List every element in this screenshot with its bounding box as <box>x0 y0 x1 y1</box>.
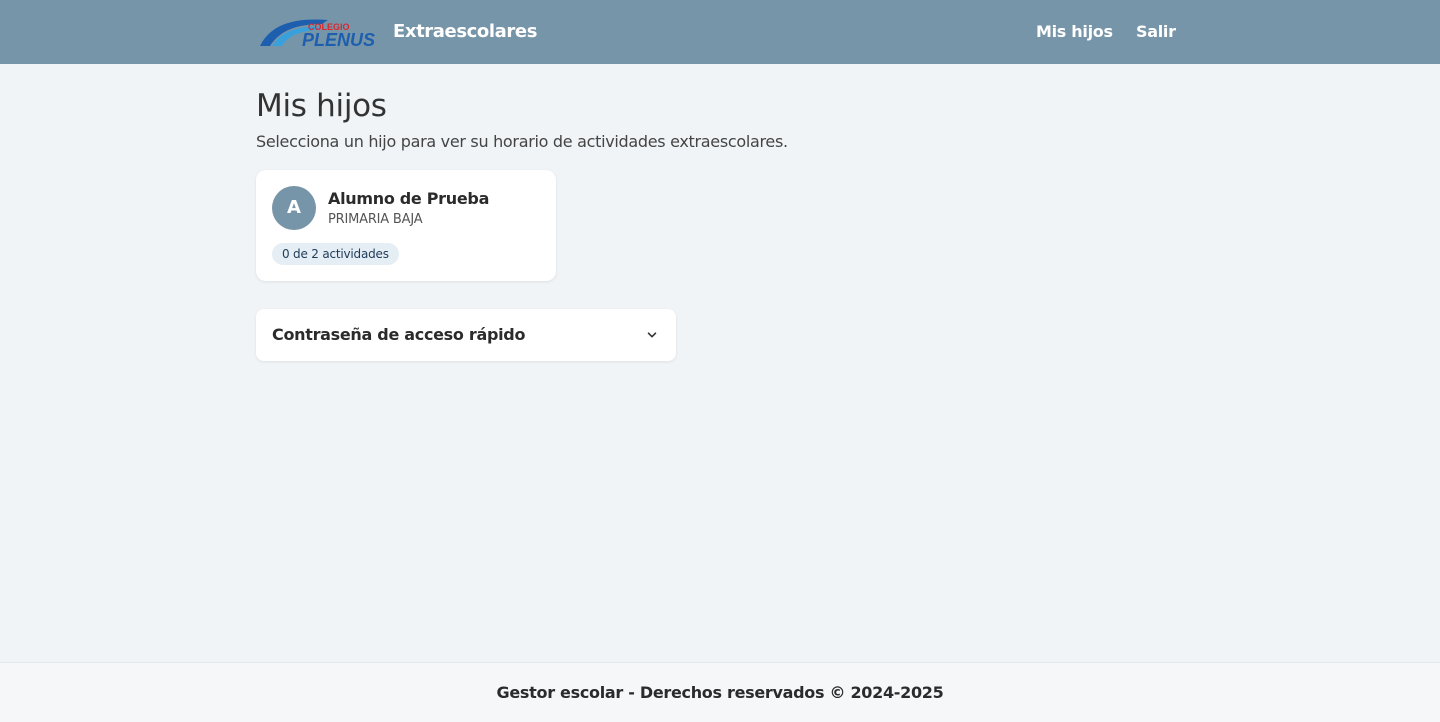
page-title: Mis hijos <box>256 88 387 124</box>
child-card[interactable]: A Alumno de Prueba PRIMARIA BAJA 0 de 2 … <box>256 170 556 281</box>
navbar: COLEGIO PLENUS Extraescolares Mis hijos … <box>0 0 1440 64</box>
child-name: Alumno de Prueba <box>328 189 490 208</box>
footer-text: Gestor escolar - Derechos reservados © 2… <box>496 683 944 702</box>
avatar: A <box>272 186 316 230</box>
child-grade: PRIMARIA BAJA <box>328 212 423 227</box>
accordion-title: Contraseña de acceso rápido <box>272 325 526 344</box>
school-logo[interactable]: COLEGIO PLENUS <box>258 16 380 48</box>
page-subtitle: Selecciona un hijo para ver su horario d… <box>256 132 788 151</box>
brand-link[interactable]: Extraescolares <box>393 20 537 44</box>
activities-badge: 0 de 2 actividades <box>272 243 399 265</box>
quick-access-password-accordion[interactable]: Contraseña de acceso rápido <box>256 309 676 361</box>
chevron-down-icon <box>647 332 657 338</box>
footer: Gestor escolar - Derechos reservados © 2… <box>0 662 1440 722</box>
svg-text:PLENUS: PLENUS <box>302 30 375 48</box>
nav-mis-hijos[interactable]: Mis hijos <box>1036 21 1113 43</box>
nav-salir[interactable]: Salir <box>1136 21 1176 43</box>
